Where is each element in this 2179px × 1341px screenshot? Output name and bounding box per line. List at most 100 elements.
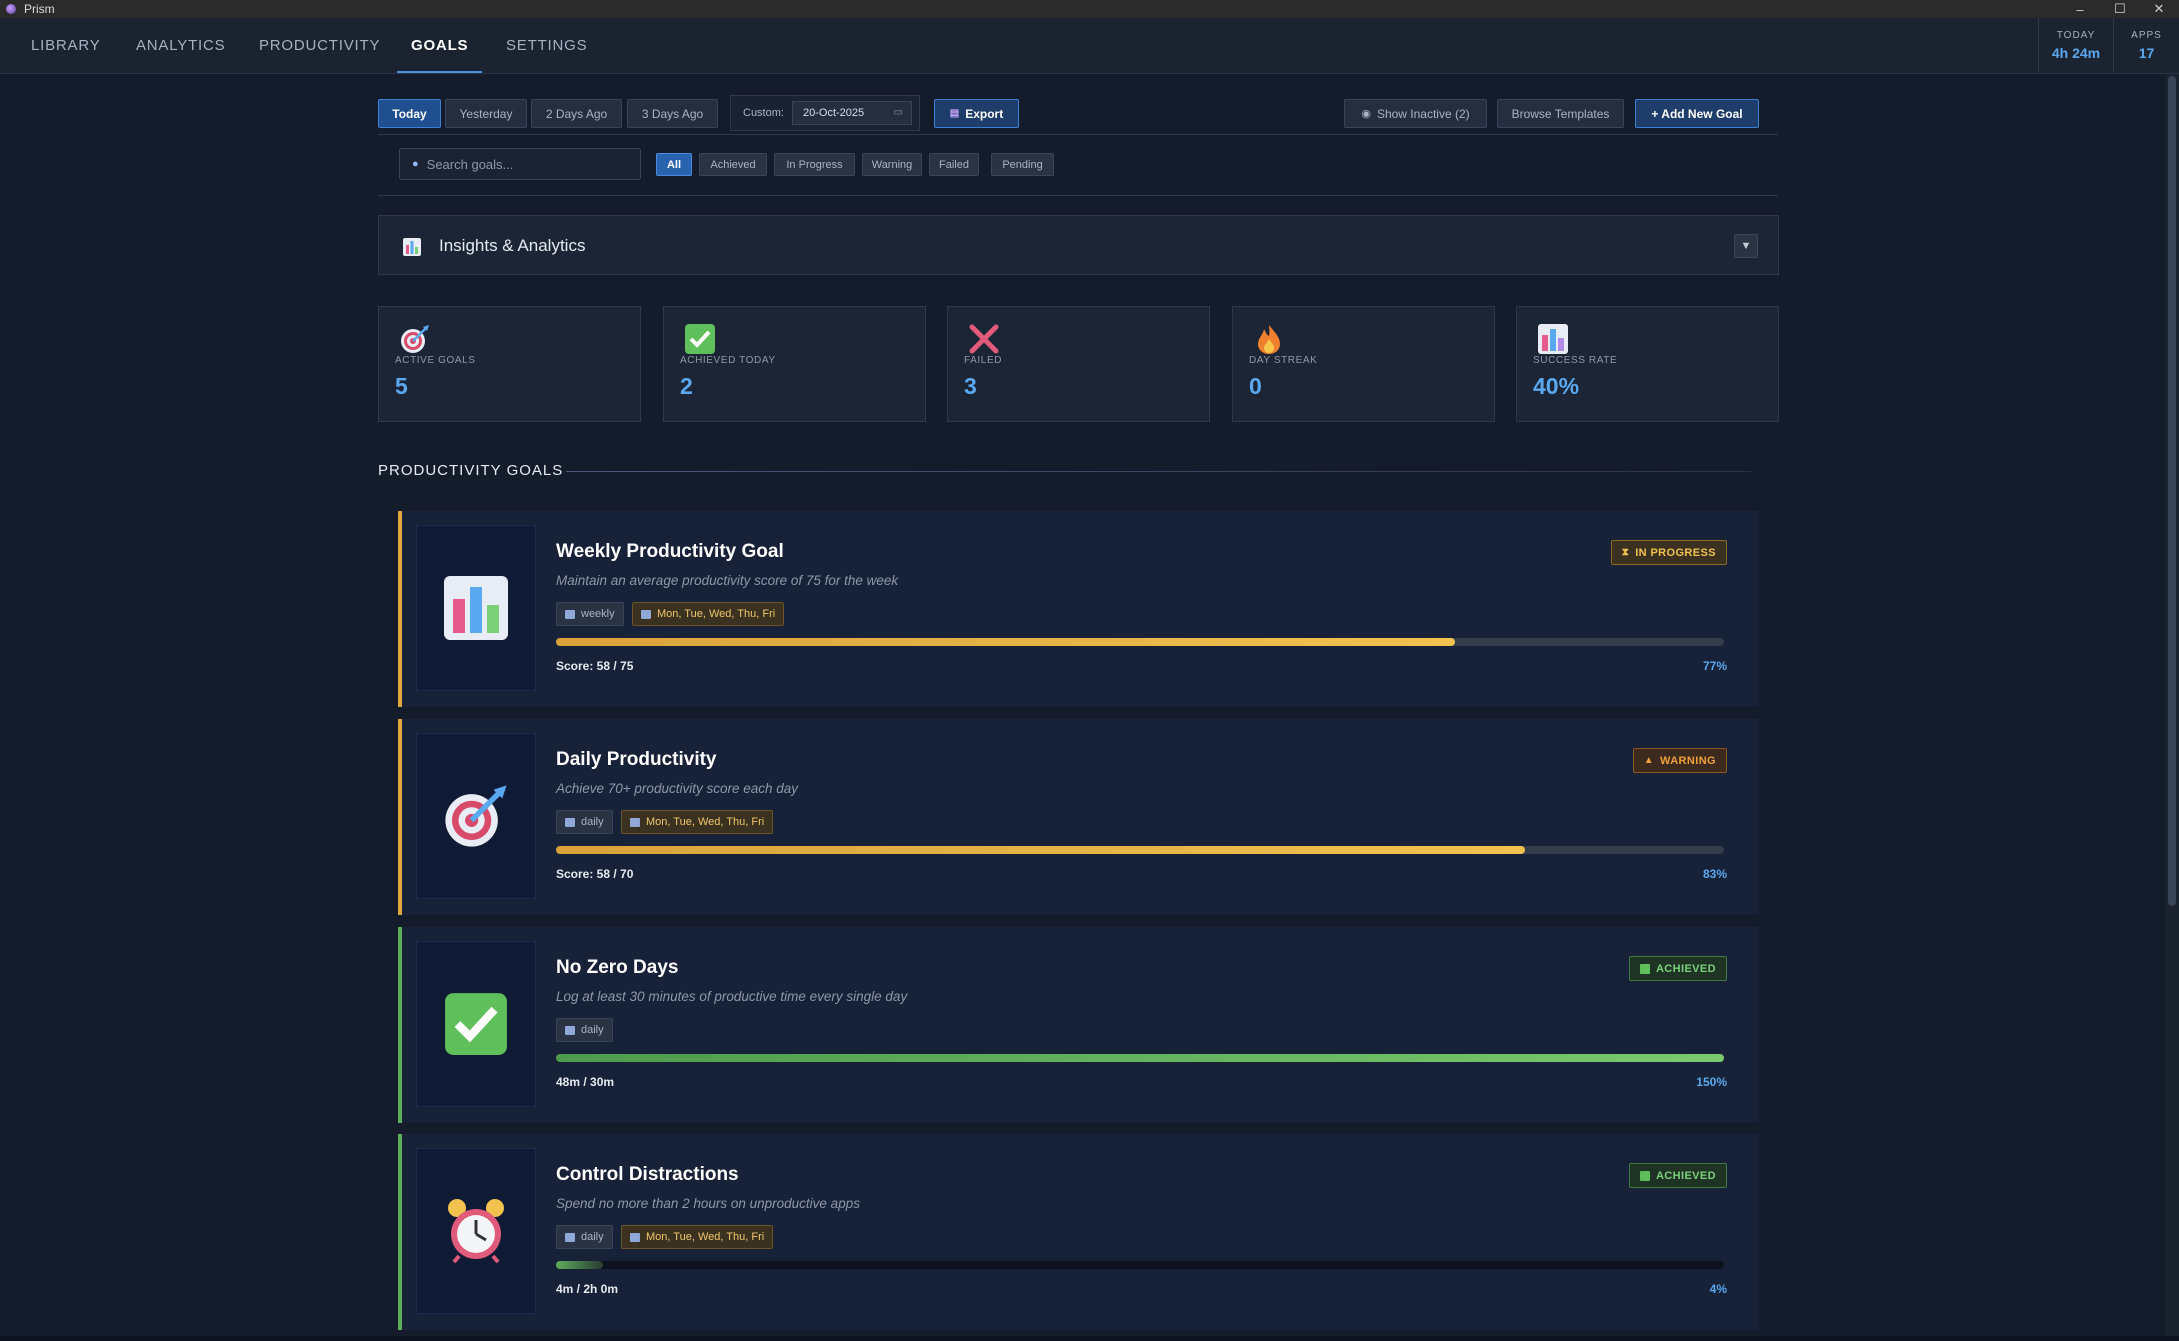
status-label: ACHIEVED [1655, 962, 1716, 975]
main-nav: LIBRARY ANALYTICS PRODUCTIVITY GOALS SET… [0, 18, 2179, 74]
days-tag: Mon, Tue, Wed, Thu, Fri [632, 602, 785, 626]
stat-label: ACTIVE GOALS [395, 355, 476, 366]
goal-card[interactable]: Weekly Productivity Goal Maintain an ave… [398, 511, 1759, 707]
goal-thumbnail [416, 525, 536, 691]
days-label: Mon, Tue, Wed, Thu, Fri [646, 816, 765, 828]
frequency-label: weekly [581, 608, 615, 620]
date-today-button[interactable]: Today [378, 99, 441, 128]
stat-label: APPS [2131, 30, 2162, 41]
day-streak-card: DAY STREAK 0 [1232, 306, 1495, 422]
filter-divider [378, 195, 1778, 196]
show-inactive-label: Show Inactive (2) [1376, 106, 1470, 121]
clipboard-icon: ▤ [949, 108, 960, 119]
section-title: PRODUCTIVITY GOALS [378, 462, 564, 479]
minimize-button[interactable]: – [2060, 0, 2100, 18]
status-label: IN PROGRESS [1635, 546, 1716, 559]
window-title: Prism [24, 2, 55, 16]
search-input[interactable]: ● Search goals... [399, 148, 641, 180]
goal-score: Score: 58 / 70 [556, 867, 634, 881]
eye-icon: ◉ [1361, 108, 1371, 120]
goal-description: Spend no more than 2 hours on unproducti… [556, 1196, 860, 1211]
custom-date-input[interactable]: 20-Oct-2025 ▭ [792, 101, 912, 125]
tab-settings[interactable]: SETTINGS [506, 18, 587, 73]
filter-failed-chip[interactable]: Failed [929, 153, 979, 176]
frequency-label: daily [581, 816, 604, 828]
tab-label: GOALS [411, 37, 469, 54]
apps-count-stat: APPS 17 [2114, 18, 2179, 73]
progress-fill [556, 1054, 1724, 1062]
goal-card[interactable]: Daily Productivity Achieve 70+ productiv… [398, 719, 1759, 915]
goal-card[interactable]: No Zero Days Log at least 30 minutes of … [398, 927, 1759, 1123]
frequency-label: daily [581, 1231, 604, 1243]
show-inactive-button[interactable]: ◉ Show Inactive (2) [1344, 99, 1487, 128]
checkmark-icon [685, 324, 715, 354]
tab-label: SETTINGS [506, 37, 588, 54]
stat-value: 17 [2138, 45, 2155, 61]
progress-bar [556, 846, 1724, 854]
status-badge: ⧗ IN PROGRESS [1610, 540, 1727, 565]
frequency-tag: daily [556, 1225, 613, 1249]
achieved-today-card: ACHIEVED TODAY 2 [663, 306, 926, 422]
tab-productivity[interactable]: PRODUCTIVITY [259, 18, 380, 73]
status-label: WARNING [1660, 754, 1716, 767]
stat-value: 3 [964, 373, 977, 399]
active-goals-card: ACTIVE GOALS 5 [378, 306, 641, 422]
status-badge: ACHIEVED [1628, 1163, 1727, 1188]
tab-library[interactable]: LIBRARY [31, 18, 101, 73]
stat-label: ACHIEVED TODAY [680, 355, 776, 366]
status-badge: ▲ WARNING [1632, 748, 1727, 773]
date-yesterday-button[interactable]: Yesterday [445, 99, 527, 128]
status-label: ACHIEVED [1655, 1169, 1716, 1182]
target-icon [445, 785, 507, 847]
add-new-goal-button[interactable]: + Add New Goal [1635, 99, 1759, 128]
calendar-icon [565, 609, 575, 619]
browse-templates-button[interactable]: Browse Templates [1497, 99, 1624, 128]
scrollbar-thumb[interactable] [2168, 76, 2176, 906]
custom-date-group: Custom: 20-Oct-2025 ▭ [730, 95, 920, 131]
filter-in-progress-chip[interactable]: In Progress [774, 153, 855, 176]
check-icon [1639, 1170, 1650, 1181]
days-label: Mon, Tue, Wed, Thu, Fri [646, 1231, 765, 1243]
success-rate-card: SUCCESS RATE 40% [1516, 306, 1779, 422]
filter-achieved-chip[interactable]: Achieved [699, 153, 767, 176]
goal-score: 4m / 2h 0m [556, 1282, 619, 1296]
custom-date-label: Custom: [743, 107, 784, 119]
export-button[interactable]: ▤ Export [934, 99, 1019, 128]
checkmark-icon [445, 993, 507, 1055]
goal-thumbnail [416, 733, 536, 899]
goal-score: Score: 58 / 75 [556, 659, 634, 673]
tab-analytics[interactable]: ANALYTICS [136, 18, 225, 73]
frequency-tag: daily [556, 810, 613, 834]
status-badge: ACHIEVED [1628, 956, 1727, 981]
date-2-days-ago-button[interactable]: 2 Days Ago [531, 99, 622, 128]
alarm-clock-icon [448, 1199, 504, 1264]
export-label: Export [965, 106, 1004, 121]
goal-thumbnail [416, 941, 536, 1107]
goal-percent: 4% [1709, 1282, 1727, 1296]
goal-percent: 83% [1702, 867, 1727, 881]
stat-value: 40% [1533, 373, 1580, 399]
calendar-icon [630, 1232, 640, 1242]
insights-toggle-button[interactable]: ▼ [1734, 234, 1758, 258]
nav-stats: TODAY 4h 24m APPS 17 [2038, 18, 2179, 73]
goal-card[interactable]: Control Distractions Spend no more than … [398, 1134, 1759, 1330]
stat-value: 2 [680, 373, 693, 399]
close-button[interactable]: ✕ [2139, 0, 2179, 18]
insights-panel[interactable]: Insights & Analytics ▼ [378, 215, 1779, 275]
calendar-icon [565, 817, 575, 827]
tab-goals[interactable]: GOALS [397, 18, 483, 73]
days-label: Mon, Tue, Wed, Thu, Fri [657, 608, 776, 620]
calendar-icon [641, 609, 651, 619]
goal-percent: 150% [1696, 1075, 1727, 1089]
maximize-button[interactable]: ☐ [2100, 0, 2140, 18]
filter-warning-chip[interactable]: Warning [862, 153, 922, 176]
filter-all-chip[interactable]: All [656, 153, 692, 176]
date-3-days-ago-button[interactable]: 3 Days Ago [627, 99, 718, 128]
frequency-tag: weekly [556, 602, 624, 626]
check-icon [1639, 963, 1650, 974]
filter-pending-chip[interactable]: Pending [991, 153, 1054, 176]
calendar-icon[interactable]: ▭ [894, 107, 903, 118]
toolbar-divider [378, 134, 1778, 135]
stat-value: 4h 24m [2051, 45, 2101, 61]
bottom-edge [0, 1336, 2179, 1341]
